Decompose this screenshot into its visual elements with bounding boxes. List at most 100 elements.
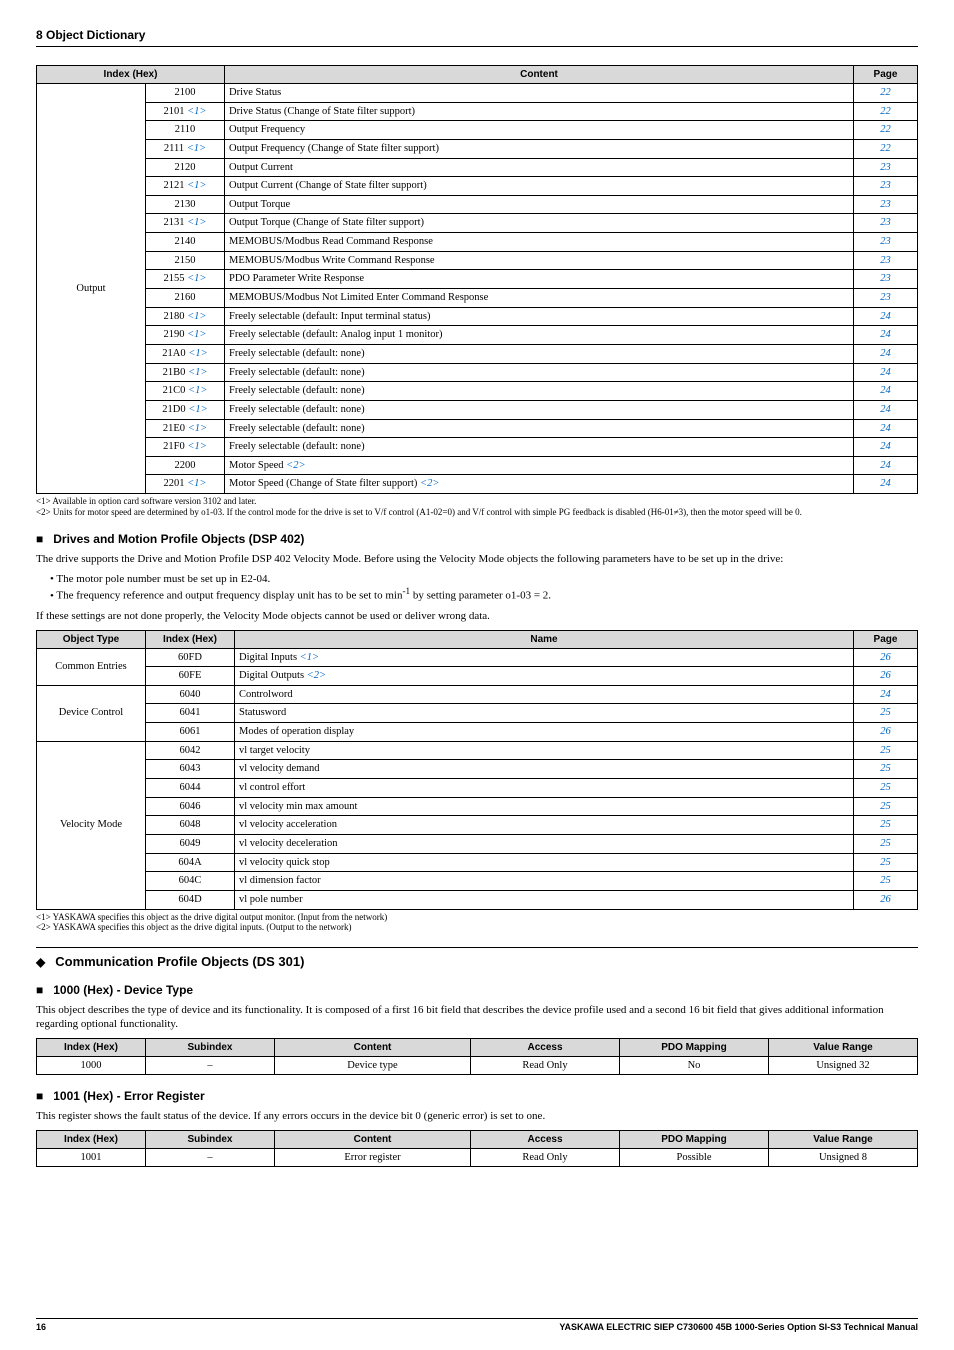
cell-content: Output Current (Change of State filter s… — [225, 177, 854, 196]
cell-index: 2200 — [146, 456, 225, 475]
cell-index: 21C0 <1> — [146, 382, 225, 401]
cell-name: vl velocity min max amount — [235, 797, 854, 816]
table-row: 2201 <1>Motor Speed (Change of State fil… — [37, 475, 918, 494]
table-row: 1001 – Error register Read Only Possible… — [37, 1148, 918, 1167]
cell-index: 21D0 <1> — [146, 400, 225, 419]
cell-name: Statusword — [235, 704, 854, 723]
cell-page: 24 — [854, 456, 918, 475]
cell-name: vl velocity deceleration — [235, 834, 854, 853]
col-page: Page — [854, 630, 918, 648]
cell-name: vl velocity acceleration — [235, 816, 854, 835]
error-register-table: Index (Hex) Subindex Content Access PDO … — [36, 1130, 918, 1168]
cell-index: 6040 — [146, 685, 235, 704]
cell-name: vl velocity quick stop — [235, 853, 854, 872]
cell-index: 2101 <1> — [146, 102, 225, 121]
cell-index: 2120 — [146, 158, 225, 177]
table-row: Output2100Drive Status22 — [37, 84, 918, 103]
group-label: Device Control — [37, 685, 146, 741]
cell-index: 21B0 <1> — [146, 363, 225, 382]
cell-content: Output Torque — [225, 195, 854, 214]
cell-page: 26 — [854, 723, 918, 742]
table-row: 6044vl control effort25 — [37, 779, 918, 798]
table-row: 2200Motor Speed <2>24 — [37, 456, 918, 475]
cell-page: 22 — [854, 139, 918, 158]
cell-content: Freely selectable (default: none) — [225, 419, 854, 438]
cell-page: 24 — [854, 438, 918, 457]
table-row: 2120Output Current23 — [37, 158, 918, 177]
cell-index: 6042 — [146, 741, 235, 760]
cell-content: Drive Status (Change of State filter sup… — [225, 102, 854, 121]
table-row: 6043vl velocity demand25 — [37, 760, 918, 779]
cell-index: 6044 — [146, 779, 235, 798]
cell-page: 23 — [854, 233, 918, 252]
cell-page: 25 — [854, 853, 918, 872]
table-row: 2130Output Torque23 — [37, 195, 918, 214]
cell-content: Output Torque (Change of State filter su… — [225, 214, 854, 233]
cell-name: Modes of operation display — [235, 723, 854, 742]
page-number: 16 — [36, 1322, 46, 1332]
cell-content: Freely selectable (default: none) — [225, 438, 854, 457]
cell-name: vl target velocity — [235, 741, 854, 760]
cell-page: 24 — [854, 475, 918, 494]
cell-index: 21F0 <1> — [146, 438, 225, 457]
cell-index: 6049 — [146, 834, 235, 853]
table-row: Device Control6040Controlword24 — [37, 685, 918, 704]
device-type-table: Index (Hex) Subindex Content Access PDO … — [36, 1038, 918, 1076]
col-idx: Index (Hex) — [146, 630, 235, 648]
cell-content: Output Frequency (Change of State filter… — [225, 139, 854, 158]
cell-content: Freely selectable (default: none) — [225, 400, 854, 419]
cell-page: 24 — [854, 363, 918, 382]
cell-page: 24 — [854, 419, 918, 438]
table-row: 6046vl velocity min max amount25 — [37, 797, 918, 816]
footnote-1: <1> YASKAWA specifies this object as the… — [36, 912, 918, 923]
cell-page: 24 — [854, 685, 918, 704]
cell-index: 2130 — [146, 195, 225, 214]
cell-content: Freely selectable (default: none) — [225, 344, 854, 363]
cell-name: Digital Inputs <1> — [235, 648, 854, 667]
cell-page: 23 — [854, 251, 918, 270]
cell-index: 6061 — [146, 723, 235, 742]
table-row: 21C0 <1>Freely selectable (default: none… — [37, 382, 918, 401]
bullet-2: The frequency reference and output frequ… — [50, 586, 918, 603]
table-row: 6048vl velocity acceleration25 — [37, 816, 918, 835]
col-page: Page — [854, 66, 918, 84]
table-row: 2111 <1>Output Frequency (Change of Stat… — [37, 139, 918, 158]
cell-index: 604C — [146, 872, 235, 891]
table2-footnotes: <1> YASKAWA specifies this object as the… — [36, 912, 918, 934]
cell-page: 25 — [854, 704, 918, 723]
table-row: 21E0 <1>Freely selectable (default: none… — [37, 419, 918, 438]
error-register-heading: 1001 (Hex) - Error Register — [36, 1089, 918, 1103]
footnote-2: <2> Units for motor speed are determined… — [36, 507, 918, 518]
cell-page: 24 — [854, 382, 918, 401]
cell-index: 6043 — [146, 760, 235, 779]
cell-page: 25 — [854, 779, 918, 798]
footnote-2: <2> YASKAWA specifies this object as the… — [36, 922, 918, 933]
cell-page: 25 — [854, 834, 918, 853]
dsp-closing: If these settings are not done properly,… — [36, 609, 918, 623]
comm-heading: Communication Profile Objects (DS 301) — [36, 947, 918, 969]
table-row: 2190 <1>Freely selectable (default: Anal… — [37, 326, 918, 345]
dsp-bullets: The motor pole number must be set up in … — [50, 572, 918, 603]
cell-page: 26 — [854, 890, 918, 909]
cell-content: Freely selectable (default: none) — [225, 363, 854, 382]
table-row: 604Cvl dimension factor25 — [37, 872, 918, 891]
cell-index: 2180 <1> — [146, 307, 225, 326]
group-label: Output — [37, 84, 146, 494]
cell-index: 2155 <1> — [146, 270, 225, 289]
cell-index: 2190 <1> — [146, 326, 225, 345]
cell-page: 26 — [854, 648, 918, 667]
table-row: 2150MEMOBUS/Modbus Write Command Respons… — [37, 251, 918, 270]
table-row: 2140MEMOBUS/Modbus Read Command Response… — [37, 233, 918, 252]
cell-page: 23 — [854, 158, 918, 177]
cell-name: vl control effort — [235, 779, 854, 798]
cell-page: 25 — [854, 741, 918, 760]
cell-index: 2100 — [146, 84, 225, 103]
cell-index: 604D — [146, 890, 235, 909]
cell-page: 23 — [854, 289, 918, 308]
cell-index: 2131 <1> — [146, 214, 225, 233]
table-row: 2155 <1>PDO Parameter Write Response23 — [37, 270, 918, 289]
cell-page: 23 — [854, 270, 918, 289]
table-row: 2110Output Frequency22 — [37, 121, 918, 140]
table-row: 2121 <1>Output Current (Change of State … — [37, 177, 918, 196]
cell-page: 23 — [854, 177, 918, 196]
